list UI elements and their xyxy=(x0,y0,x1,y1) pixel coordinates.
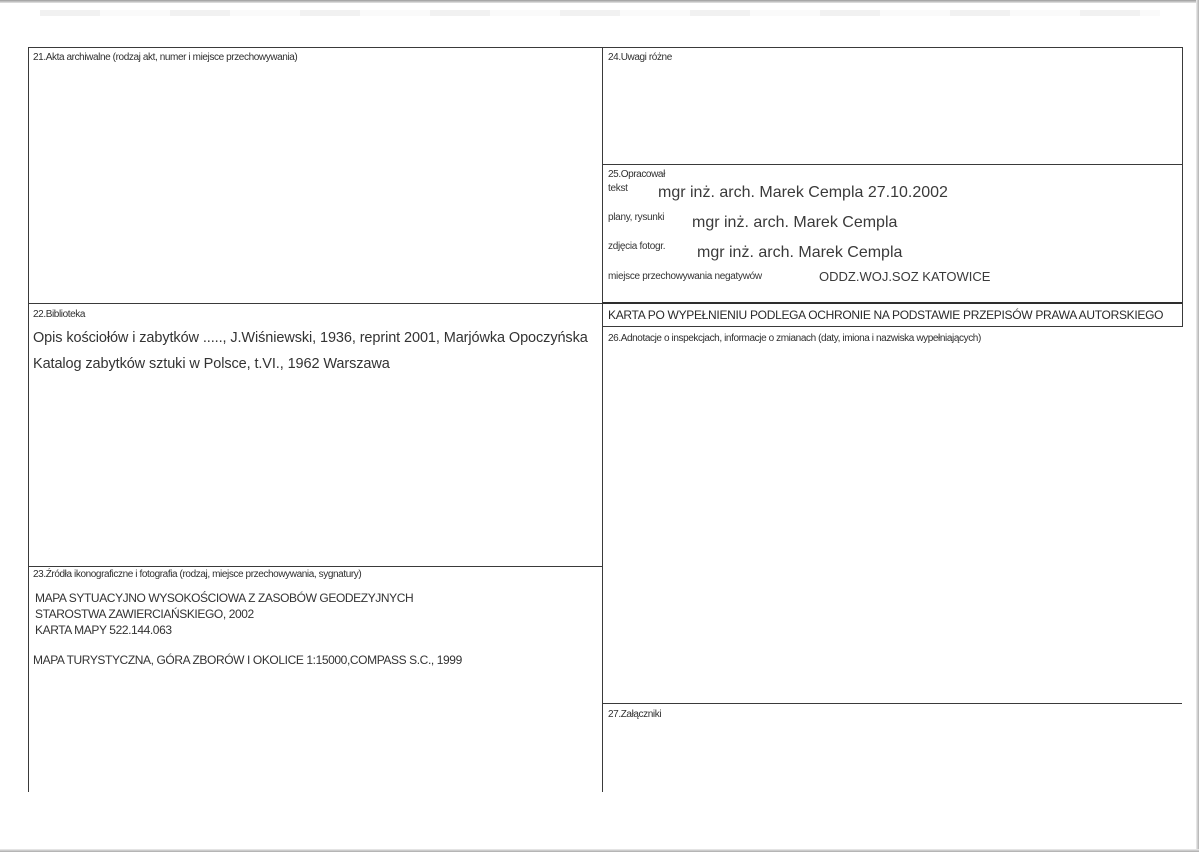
grid-line-right-notice xyxy=(602,302,1182,304)
section-22-label: 22.Biblioteka xyxy=(33,309,86,320)
section-27-label: 27.Załączniki xyxy=(608,709,662,720)
library-entry-1: Opis kościołów i zabytków ....., J.Wiśni… xyxy=(33,330,588,346)
negatywy-tag: miejsce przechowywania negatywów xyxy=(608,271,762,282)
copyright-notice: KARTA PO WYPEŁNIENIU PODLEGA OCHRONIE NA… xyxy=(608,308,1164,322)
section-24-label: 24.Uwagi różne xyxy=(608,52,672,63)
grid-line-right-27 xyxy=(602,703,1182,704)
section-25-label: 25.Opracował xyxy=(608,169,665,180)
grid-line-middle xyxy=(602,47,603,792)
page-edge-top xyxy=(0,0,1199,3)
section-21-label: 21.Akta archiwalne (rodzaj akt, numer i … xyxy=(33,52,298,63)
grid-line-left-23 xyxy=(28,566,602,567)
iconography-extra: MAPA TURYSTYCZNA, GÓRA ZBORÓW I OKOLICE … xyxy=(33,653,462,667)
grid-line-right-26 xyxy=(602,326,1182,327)
zdjecia-tag: zdjęcia fotogr. xyxy=(608,241,666,252)
library-entry-2: Katalog zabytków sztuki w Polsce, t.VI.,… xyxy=(33,356,390,372)
tekst-tag: tekst xyxy=(608,183,628,194)
grid-line-top xyxy=(28,47,1183,48)
iconography-line-2: STAROSTWA ZAWIERCIAŃSKIEGO, 2002 xyxy=(35,607,254,621)
grid-line-left-22 xyxy=(28,303,602,304)
section-23-label: 23.Źródła ikonograficzne i fotografia (r… xyxy=(33,569,362,580)
faint-bleed-through xyxy=(40,10,1160,16)
negatywy-value: ODDZ.WOJ.SOZ KATOWICE xyxy=(819,269,991,284)
grid-line-right xyxy=(1182,47,1183,327)
tekst-value: mgr inż. arch. Marek Cempla 27.10.2002 xyxy=(658,184,948,201)
iconography-line-1: MAPA SYTUACYJNO WYSOKOŚCIOWA Z ZASOBÓW G… xyxy=(35,591,414,605)
grid-line-right-25 xyxy=(602,164,1182,165)
plany-tag: plany, rysunki xyxy=(608,212,665,223)
zdjecia-value: mgr inż. arch. Marek Cempla xyxy=(697,244,903,261)
iconography-line-3: KARTA MAPY 522.144.063 xyxy=(35,623,172,637)
section-26-label: 26.Adnotacje o inspekcjach, informacje o… xyxy=(608,333,981,344)
grid-line-left xyxy=(28,47,29,792)
plany-value: mgr inż. arch. Marek Cempla xyxy=(692,214,898,231)
